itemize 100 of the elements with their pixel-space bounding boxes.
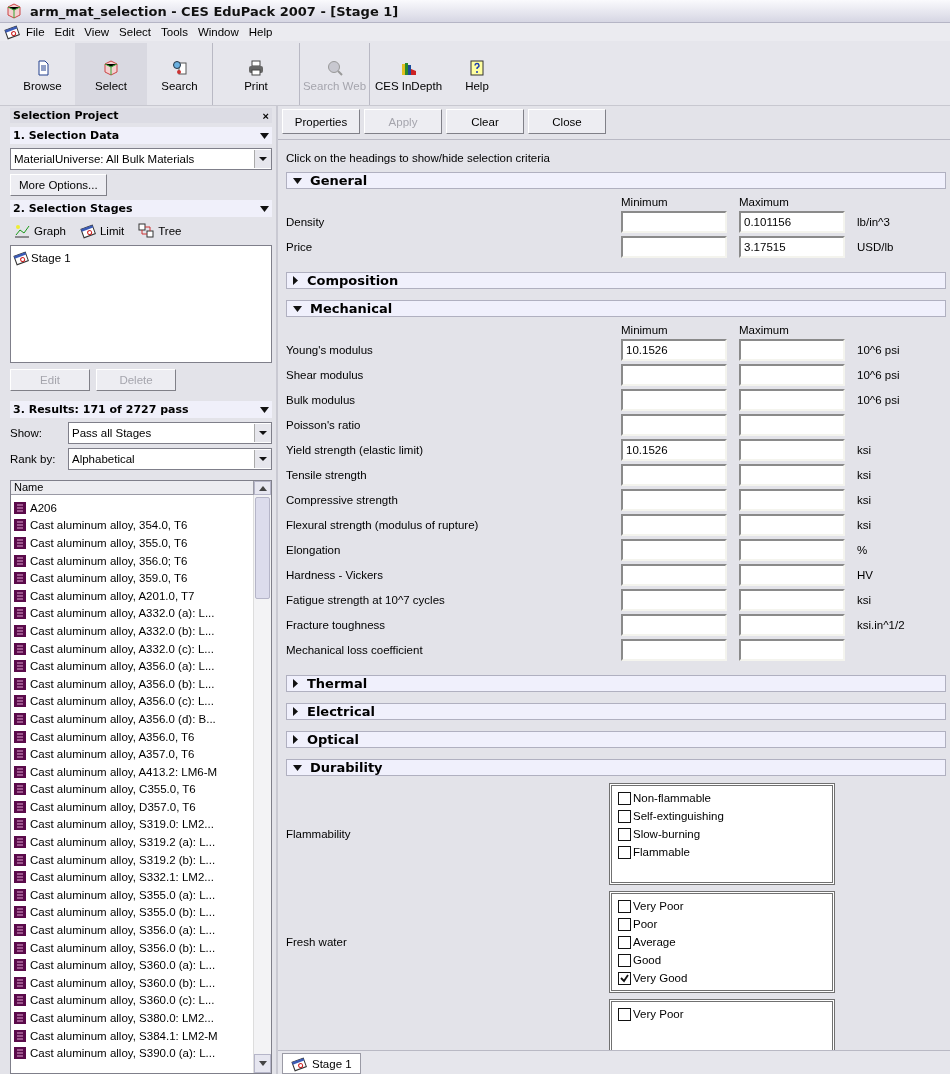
- result-item[interactable]: Cast aluminum alloy, S360.0 (a): L...: [11, 956, 253, 975]
- toolbar-button[interactable]: Select: [75, 43, 147, 105]
- result-item[interactable]: Cast aluminum alloy, A356.0, T6: [11, 727, 253, 746]
- section-header[interactable]: Composition: [286, 272, 946, 289]
- menu-item[interactable]: Help: [244, 26, 277, 38]
- result-item[interactable]: Cast aluminum alloy, 355.0, T6: [11, 534, 253, 552]
- dropdown-button[interactable]: [254, 450, 271, 468]
- maximum-field[interactable]: [739, 589, 845, 611]
- show-dropdown[interactable]: Pass all Stages: [68, 422, 272, 444]
- menu-item[interactable]: View: [80, 26, 114, 38]
- result-item[interactable]: Cast aluminum alloy, S356.0 (b): L...: [11, 938, 253, 957]
- minimum-field[interactable]: [621, 639, 727, 661]
- result-item[interactable]: Cast aluminum alloy, S360.0 (c): L...: [11, 991, 253, 1010]
- result-item[interactable]: Cast aluminum alloy, S356.0 (a): L...: [11, 921, 253, 939]
- result-item[interactable]: Cast aluminum alloy, S380.0: LM2...: [11, 1009, 253, 1027]
- maximum-field[interactable]: [739, 539, 845, 561]
- result-item[interactable]: Cast aluminum alloy, A356.0 (a): L...: [11, 657, 253, 675]
- maximum-field[interactable]: [739, 639, 845, 661]
- maximum-field[interactable]: [739, 439, 845, 461]
- option-checkbox[interactable]: Flammable: [618, 844, 826, 860]
- checkbox[interactable]: [618, 845, 631, 859]
- maximum-field[interactable]: [739, 514, 845, 536]
- close-button[interactable]: ×: [262, 109, 269, 122]
- maximum-field[interactable]: [739, 339, 845, 361]
- result-item[interactable]: Cast aluminum alloy, S384.1: LM2-M: [11, 1026, 253, 1045]
- toolbar-button[interactable]: Print: [212, 43, 299, 105]
- column-header[interactable]: Name: [11, 481, 254, 495]
- section-header[interactable]: Mechanical: [286, 300, 946, 317]
- maximum-field[interactable]: [739, 614, 845, 636]
- minimum-field[interactable]: [621, 464, 727, 486]
- option-checkbox[interactable]: Slow-burning: [618, 826, 826, 842]
- result-item[interactable]: Cast aluminum alloy, A356.0 (c): L...: [11, 692, 253, 711]
- section-header[interactable]: Thermal: [286, 675, 946, 692]
- result-item[interactable]: A206: [11, 499, 253, 517]
- checkbox[interactable]: [618, 1007, 631, 1021]
- option-checkbox[interactable]: Average: [618, 934, 826, 950]
- result-item[interactable]: Cast aluminum alloy, S355.0 (a): L...: [11, 886, 253, 904]
- option-checkbox[interactable]: Self-extinguishing: [618, 808, 826, 824]
- minimum-field[interactable]: [621, 236, 727, 258]
- result-item[interactable]: Cast aluminum alloy, A356.0 (d): B...: [11, 710, 253, 728]
- result-item[interactable]: Cast aluminum alloy, A332.0 (a): L...: [11, 604, 253, 623]
- scroll-thumb[interactable]: [255, 497, 270, 599]
- minimum-field[interactable]: [621, 489, 727, 511]
- stage-tab[interactable]: Stage 1: [282, 1053, 361, 1074]
- maximum-field[interactable]: [739, 464, 845, 486]
- result-item[interactable]: Cast aluminum alloy, 356.0; T6: [11, 551, 253, 570]
- menu-item[interactable]: File: [22, 26, 49, 38]
- minimum-field[interactable]: 10.1526: [621, 439, 727, 461]
- dropdown-button[interactable]: [254, 424, 271, 442]
- rank-dropdown[interactable]: Alphabetical: [68, 448, 272, 470]
- section-header[interactable]: 2. Selection Stages: [10, 200, 272, 217]
- result-item[interactable]: Cast aluminum alloy, A357.0, T6: [11, 745, 253, 763]
- menu-item[interactable]: Window: [193, 26, 243, 38]
- more-options-button[interactable]: More Options...: [10, 174, 107, 196]
- section-header[interactable]: General: [286, 172, 946, 189]
- section-header[interactable]: 1. Selection Data: [10, 127, 272, 144]
- section-header[interactable]: Durability: [286, 759, 946, 776]
- minimum-field[interactable]: [621, 539, 727, 561]
- option-checkbox[interactable]: Very Poor: [618, 898, 826, 914]
- minimum-field[interactable]: [621, 514, 727, 536]
- result-item[interactable]: Cast aluminum alloy, A201.0, T7: [11, 586, 253, 605]
- result-item[interactable]: Cast aluminum alloy, A332.0 (b): L...: [11, 622, 253, 640]
- result-item[interactable]: Cast aluminum alloy, S319.2 (b): L...: [11, 850, 253, 869]
- scrollbar[interactable]: [253, 495, 271, 1073]
- maximum-field[interactable]: [739, 414, 845, 436]
- minimum-field[interactable]: [621, 589, 727, 611]
- minimum-field[interactable]: 10.1526: [621, 339, 727, 361]
- action-button[interactable]: Properties: [282, 109, 360, 134]
- action-button[interactable]: Clear: [446, 109, 524, 134]
- option-checkbox[interactable]: Very Good: [618, 970, 826, 986]
- stage-tool-button[interactable]: Graph: [14, 223, 66, 239]
- checkbox[interactable]: [618, 809, 631, 823]
- checkbox[interactable]: [618, 917, 631, 931]
- dropdown-button[interactable]: [254, 150, 271, 168]
- result-item[interactable]: Cast aluminum alloy, S319.0: LM2...: [11, 815, 253, 834]
- checkbox[interactable]: [618, 827, 631, 841]
- result-item[interactable]: Cast aluminum alloy, S390.0 (a): L...: [11, 1044, 253, 1062]
- menu-item[interactable]: Tools: [157, 26, 192, 38]
- option-checkbox[interactable]: Non-flammable: [618, 790, 826, 806]
- minimum-field[interactable]: [621, 414, 727, 436]
- section-header[interactable]: Optical: [286, 731, 946, 748]
- checkbox[interactable]: [618, 899, 631, 913]
- action-button[interactable]: Close: [528, 109, 606, 134]
- section-header[interactable]: 3. Results: 171 of 2727 pass: [10, 401, 272, 418]
- database-dropdown[interactable]: MaterialUniverse: All Bulk Materials: [10, 148, 272, 170]
- maximum-field[interactable]: [739, 489, 845, 511]
- option-checkbox[interactable]: Very Poor: [618, 1006, 826, 1022]
- result-item[interactable]: Cast aluminum alloy, 354.0, T6: [11, 516, 253, 535]
- section-header[interactable]: Electrical: [286, 703, 946, 720]
- result-item[interactable]: Cast aluminum alloy, A332.0 (c): L...: [11, 639, 253, 658]
- result-item[interactable]: Cast aluminum alloy, A356.0 (b): L...: [11, 674, 253, 693]
- menu-item[interactable]: Select: [115, 26, 156, 38]
- option-checkbox[interactable]: Good: [618, 952, 826, 968]
- minimum-field[interactable]: [621, 364, 727, 386]
- result-item[interactable]: Cast aluminum alloy, 359.0, T6: [11, 569, 253, 587]
- maximum-field[interactable]: [739, 364, 845, 386]
- stage-tool-button[interactable]: Limit: [79, 223, 125, 239]
- minimum-field[interactable]: [621, 389, 727, 411]
- result-item[interactable]: Cast aluminum alloy, S355.0 (b): L...: [11, 903, 253, 922]
- result-item[interactable]: Cast aluminum alloy, S319.2 (a): L...: [11, 833, 253, 851]
